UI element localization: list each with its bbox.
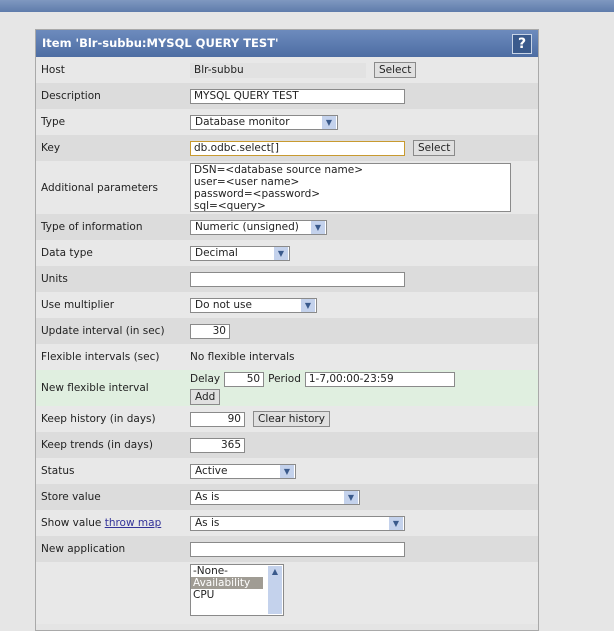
chevron-down-icon: ▼ [301, 298, 315, 312]
delay-label: Delay [190, 373, 221, 385]
chevron-down-icon: ▼ [322, 115, 336, 129]
chevron-up-icon[interactable]: ▲ [268, 566, 282, 578]
status-label: Status [41, 465, 75, 477]
trends-input[interactable]: 365 [190, 437, 245, 453]
chevron-down-icon: ▼ [344, 490, 358, 504]
add-button[interactable]: Add [190, 388, 221, 405]
chevron-down-icon: ▼ [280, 464, 294, 478]
key-input[interactable]: db.odbc.select[] [190, 140, 405, 156]
period-input[interactable]: 1-7,00:00-23:59 [304, 371, 455, 387]
new-flex-label: New flexible interval [41, 382, 149, 394]
update-label: Update interval (in sec) [41, 325, 165, 337]
flex-label: Flexible intervals (sec) [41, 351, 160, 363]
status-select[interactable]: Active ▼ [190, 463, 296, 479]
item-form: Item 'Blr-subbu:MYSQL QUERY TEST'? Host B… [35, 29, 539, 631]
form-header: Item 'Blr-subbu:MYSQL QUERY TEST'? [36, 30, 538, 57]
store-value: As is [195, 491, 220, 503]
top-bar [0, 0, 614, 12]
multiplier-value: Do not use [195, 299, 252, 311]
show-value: As is [195, 517, 220, 529]
params-textarea[interactable]: DSN=<database source name> user=<user nam… [190, 163, 511, 212]
applications-list[interactable]: -None- Availability CPU ▲ [190, 564, 284, 616]
trends-label: Keep trends (in days) [41, 439, 153, 451]
host-select-button[interactable]: Select [374, 62, 417, 78]
units-label: Units [41, 273, 68, 285]
key-label: Key [41, 142, 61, 154]
key-select-button[interactable]: Select [413, 140, 456, 156]
help-icon[interactable]: ? [512, 34, 532, 54]
flex-value: No flexible intervals [190, 351, 295, 363]
type-select[interactable]: Database monitor ▼ [190, 114, 338, 130]
form-title: Item 'Blr-subbu:MYSQL QUERY TEST' [42, 36, 279, 50]
params-line: sql=<query> [194, 200, 266, 212]
type-info-select[interactable]: Numeric (unsigned) ▼ [190, 219, 327, 235]
status-value: Active [195, 465, 228, 477]
description-input[interactable]: MYSQL QUERY TEST [190, 88, 405, 104]
store-select[interactable]: As is ▼ [190, 489, 360, 505]
chevron-down-icon: ▼ [389, 516, 403, 530]
description-label: Description [41, 90, 101, 102]
store-label: Store value [41, 491, 101, 503]
scrollbar[interactable]: ▲ [268, 566, 282, 614]
host-label: Host [41, 64, 65, 76]
type-info-label: Type of information [41, 221, 143, 233]
host-field: Blr-subbu [190, 62, 366, 78]
delay-input[interactable]: 50 [224, 371, 265, 387]
data-type-value: Decimal [195, 247, 238, 259]
data-type-label: Data type [41, 247, 93, 259]
throw-map-link[interactable]: throw map [105, 517, 162, 529]
params-label: Additional parameters [41, 181, 158, 194]
show-label: Show value throw map [36, 517, 190, 529]
new-app-input[interactable] [190, 541, 405, 557]
multiplier-label: Use multiplier [41, 299, 115, 311]
type-info-value: Numeric (unsigned) [195, 221, 299, 233]
new-app-label: New application [41, 543, 126, 555]
update-input[interactable]: 30 [190, 323, 230, 339]
show-select[interactable]: As is ▼ [190, 515, 405, 531]
chevron-down-icon: ▼ [311, 220, 325, 234]
history-input[interactable]: 90 [190, 411, 245, 427]
app-option-selected[interactable]: Availability [191, 577, 263, 589]
params-line: DSN=<database source name> [194, 164, 363, 176]
params-line: password=<password> [194, 188, 321, 200]
clear-history-button[interactable]: Clear history [253, 411, 330, 427]
data-type-select[interactable]: Decimal ▼ [190, 245, 290, 261]
params-line: user=<user name> [194, 176, 300, 188]
period-label: Period [268, 373, 301, 385]
chevron-down-icon: ▼ [274, 246, 288, 260]
units-input[interactable] [190, 271, 405, 287]
type-value: Database monitor [195, 116, 290, 128]
history-label: Keep history (in days) [41, 413, 156, 425]
type-label: Type [41, 116, 66, 128]
multiplier-select[interactable]: Do not use ▼ [190, 297, 317, 313]
show-label-text: Show value [41, 517, 102, 529]
